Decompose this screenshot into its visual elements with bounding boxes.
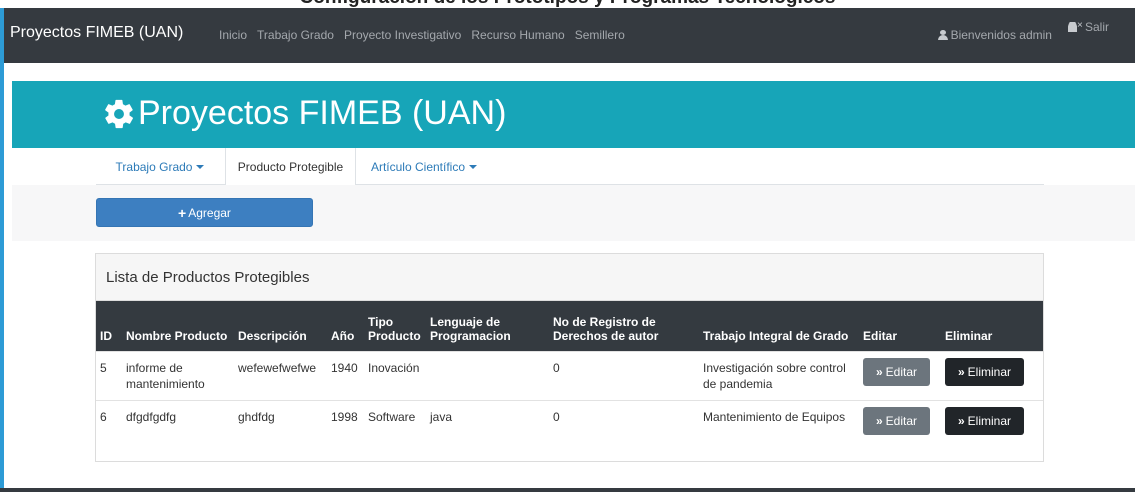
gear-icon: [105, 99, 133, 128]
col-header-id: ID: [100, 328, 112, 343]
nav-link-recurso-humano[interactable]: Recurso Humano: [471, 28, 564, 42]
card-header: Lista de Productos Protegibles: [96, 254, 1043, 301]
col-header-anio: Año: [331, 328, 355, 343]
col-header-registro: No de Registro de Derechos de autor: [553, 314, 659, 343]
cell-registro: 0: [549, 399, 699, 442]
jumbotron: Proyectos FIMEB (UAN): [12, 81, 1135, 148]
col-header-tipo: Tipo Producto: [368, 314, 421, 343]
products-table: ID Nombre Producto Descripción Año Tipo …: [96, 301, 1043, 442]
cell-registro: 0: [549, 350, 699, 400]
add-button-label: Agregar: [188, 205, 231, 220]
cell-id: 6: [96, 399, 122, 442]
add-button[interactable]: + Agregar: [96, 198, 313, 227]
left-accent-line: [0, 63, 4, 488]
user-menu[interactable]: Bienvenidos admin: [937, 28, 1052, 42]
angle-double-right-icon: »: [957, 413, 965, 428]
cell-descripcion: ghdfdg: [234, 399, 327, 442]
cell-anio: 1998: [327, 399, 364, 442]
nav-links: Inicio Trabajo Grado Proyecto Investigat…: [219, 28, 625, 42]
cell-eliminar: » Eliminar: [941, 399, 1043, 442]
cell-editar: » Editar: [859, 399, 941, 442]
card-title: Lista de Productos Protegibles: [106, 268, 310, 286]
edit-button-label: Editar: [885, 364, 918, 379]
cell-lenguaje: [426, 350, 549, 400]
edit-button[interactable]: » Editar: [863, 406, 930, 435]
jumbotron-title-text: Proyectos FIMEB (UAN): [138, 94, 507, 132]
edit-button-label: Editar: [885, 413, 918, 428]
user-times-icon: [1067, 20, 1083, 32]
page-heading-cropped: Configuración de los Prototipos y Progra…: [0, 0, 1135, 8]
logout-link[interactable]: Salir: [1067, 20, 1109, 34]
tab-articulo-cientifico-label: Artículo Científico: [370, 159, 466, 174]
tab-trabajo-grado-label: Trabajo Grado: [115, 159, 193, 174]
jumbotron-title: Proyectos FIMEB (UAN): [102, 94, 506, 133]
logout-label: Salir: [1084, 20, 1109, 34]
cell-nombre: dfgdfgdfg: [122, 399, 234, 442]
table-row: 6 dfgdfgdfg ghdfdg 1998 Software java 0 …: [96, 399, 1043, 442]
cell-nombre: informe de mantenimiento: [122, 350, 234, 400]
tab-producto-protegible-label: Producto Protegible: [237, 159, 344, 174]
tab-articulo-cientifico[interactable]: Artículo Científico: [358, 148, 490, 185]
bottom-bar: [0, 488, 1135, 492]
nav-link-inicio[interactable]: Inicio: [219, 28, 247, 42]
angle-double-right-icon: »: [875, 364, 883, 379]
cell-id: 5: [96, 350, 122, 400]
nav-link-semillero[interactable]: Semillero: [575, 28, 625, 42]
nav-right: Bienvenidos admin Salir: [937, 20, 1109, 42]
user-icon: [937, 30, 948, 40]
cell-eliminar: » Eliminar: [941, 350, 1043, 400]
col-header-editar: Editar: [863, 328, 898, 343]
cell-anio: 1940: [327, 350, 364, 400]
edit-button[interactable]: » Editar: [863, 357, 930, 386]
table-header-row: ID Nombre Producto Descripción Año Tipo …: [96, 301, 1043, 351]
cell-lenguaje: java: [426, 399, 549, 442]
delete-button-label: Eliminar: [967, 364, 1012, 379]
delete-button-label: Eliminar: [967, 413, 1012, 428]
col-header-eliminar: Eliminar: [945, 328, 993, 343]
products-card: Lista de Productos Protegibles ID Nombre…: [95, 253, 1044, 462]
tab-producto-protegible[interactable]: Producto Protegible: [225, 148, 356, 186]
page: Configuración de los Prototipos y Progra…: [0, 0, 1135, 492]
caret-down-icon: [469, 165, 478, 169]
nav-link-proyecto-investigativo[interactable]: Proyecto Investigativo: [344, 28, 461, 42]
cell-descripcion: wefewefwefwe: [234, 350, 327, 400]
cell-editar: » Editar: [859, 350, 941, 400]
top-navbar: Proyectos FIMEB (UAN) Inicio Trabajo Gra…: [0, 8, 1135, 63]
cell-tipo: Inovación: [364, 350, 426, 400]
nav-link-trabajo-grado[interactable]: Trabajo Grado: [257, 28, 334, 42]
angle-double-right-icon: »: [957, 364, 965, 379]
table-row: 5 informe de mantenimiento wefewefwefwe …: [96, 350, 1043, 400]
plus-icon: +: [178, 204, 187, 221]
page-heading: Configuración de los Prototipos y Progra…: [0, 0, 1135, 8]
cell-trabajo: Investigación sobre control de pandemia: [699, 350, 859, 400]
tab-bar: Trabajo Grado Producto Protegible Artícu…: [96, 148, 1044, 186]
col-header-nombre: Nombre Producto: [126, 328, 228, 343]
cell-tipo: Software: [364, 399, 426, 442]
col-header-descripcion: Descripción: [238, 328, 307, 343]
user-label: Bienvenidos admin: [950, 28, 1052, 42]
col-header-lenguaje: Lenguaje de Programacion: [430, 314, 511, 343]
tab-trabajo-grado[interactable]: Trabajo Grado: [96, 148, 224, 185]
caret-down-icon: [196, 165, 205, 169]
angle-double-right-icon: »: [875, 413, 883, 428]
navbar-brand[interactable]: Proyectos FIMEB (UAN): [10, 24, 183, 42]
delete-button[interactable]: » Eliminar: [945, 406, 1024, 435]
col-header-trabajo: Trabajo Integral de Grado: [703, 328, 849, 343]
delete-button[interactable]: » Eliminar: [945, 357, 1024, 386]
cell-trabajo: Mantenimiento de Equipos: [699, 399, 859, 442]
